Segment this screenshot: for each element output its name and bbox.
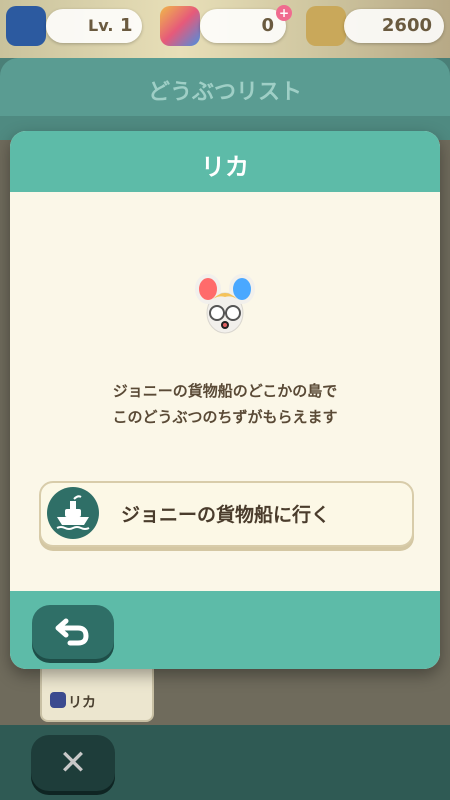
avatar-cat-icon	[6, 6, 46, 46]
panel-title: どうぶつリスト	[147, 80, 302, 105]
level-pill: Lv. 1	[46, 9, 142, 43]
mouse-villager-icon	[195, 274, 255, 334]
animal-card[interactable]: リカ	[40, 660, 154, 722]
close-button[interactable]: ✕	[31, 735, 115, 791]
modal-title: リカ	[201, 153, 249, 181]
animal-detail-modal: リカ ジョニーの貨物船のどこかの島で このどうぶつのちずがもらえます ジョニーの…	[10, 131, 440, 669]
return-arrow-icon	[55, 618, 89, 646]
map-description: ジョニーの貨物船のどこかの島で このどうぶつのちずがもらえます	[10, 378, 440, 430]
bells-pill: 2600	[344, 9, 444, 43]
bells-value: 2600	[381, 15, 432, 36]
add-tickets-icon[interactable]: +	[276, 5, 292, 21]
ship-icon	[56, 495, 90, 530]
description-line-2: このどうぶつのちずがもらえます	[112, 408, 338, 426]
tickets-value: 0	[261, 15, 274, 36]
level-label: Lv.	[88, 16, 114, 35]
go-to-cargo-ship-button[interactable]: ジョニーの貨物船に行く	[39, 481, 414, 547]
status-bar: Lv. 1 0 + 2600	[0, 0, 450, 52]
x-icon: ✕	[58, 743, 88, 783]
ship-icon-circle	[47, 487, 99, 539]
ticket-icon	[160, 6, 200, 46]
animal-card-name: リカ	[68, 695, 96, 711]
bells-bag-icon	[306, 6, 346, 46]
building-icon	[50, 692, 66, 708]
back-button[interactable]	[32, 605, 114, 659]
go-to-cargo-ship-label: ジョニーの貨物船に行く	[121, 504, 331, 526]
description-line-1: ジョニーの貨物船のどこかの島で	[112, 382, 338, 400]
level-value: 1	[120, 15, 133, 36]
tickets-pill: 0 +	[200, 5, 292, 43]
